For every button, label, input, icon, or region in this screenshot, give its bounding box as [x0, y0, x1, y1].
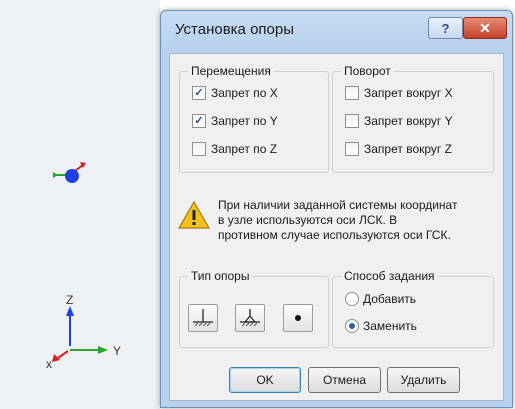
- delete-button[interactable]: Удалить: [387, 367, 460, 393]
- radio-circle[interactable]: [345, 292, 359, 306]
- rotation-group-title: Поворот: [341, 64, 394, 78]
- radio-replace[interactable]: Заменить: [345, 319, 417, 333]
- fixed-support-button[interactable]: [188, 304, 218, 332]
- checkbox-box[interactable]: [345, 114, 359, 128]
- warning-line: При наличии заданной системы координат: [218, 198, 458, 212]
- checkbox-restrict-rot-z[interactable]: Запрет вокруг Z: [345, 142, 452, 156]
- checkbox-label: Запрет вокруг Z: [364, 142, 452, 156]
- support-dialog: Установка опоры ? ✕ Перемещения ✓ Запрет…: [160, 10, 513, 408]
- checkbox-label: Запрет по X: [211, 86, 278, 100]
- movement-group: Перемещения ✓ Запрет по X ✓ Запрет по Y …: [179, 64, 329, 173]
- pinned-support-button[interactable]: [235, 304, 265, 332]
- checkbox-box[interactable]: ✓: [192, 86, 206, 100]
- dialog-title: Установка опоры: [175, 21, 294, 38]
- checkbox-restrict-y[interactable]: ✓ Запрет по Y: [192, 114, 278, 128]
- cancel-button[interactable]: Отмена: [308, 367, 381, 393]
- radio-selected-dot: [349, 323, 355, 329]
- checkbox-label: Запрет вокруг X: [364, 86, 453, 100]
- radio-circle[interactable]: [345, 319, 359, 333]
- title-bar[interactable]: Установка опоры ? ✕: [161, 11, 512, 53]
- warning-message: При наличии заданной системы координат в…: [218, 198, 498, 243]
- dialog-client-area: Перемещения ✓ Запрет по X ✓ Запрет по Y …: [169, 53, 504, 401]
- help-button[interactable]: ?: [428, 17, 463, 39]
- checkbox-label: Запрет вокруг Y: [364, 114, 453, 128]
- warning-icon: [178, 200, 210, 229]
- radio-add[interactable]: Добавить: [345, 292, 416, 306]
- checkbox-restrict-rot-x[interactable]: Запрет вокруг X: [345, 86, 453, 100]
- movement-group-title: Перемещения: [188, 64, 274, 78]
- support-type-group: Тип опоры: [179, 269, 329, 348]
- radio-label: Добавить: [363, 292, 417, 306]
- checkbox-restrict-x[interactable]: ✓ Запрет по X: [192, 86, 278, 100]
- close-icon: ✕: [479, 19, 491, 36]
- ok-button[interactable]: OK: [229, 367, 301, 393]
- checkbox-restrict-rot-y[interactable]: Запрет вокруг Y: [345, 114, 453, 128]
- axis-z-label: Z: [66, 293, 73, 307]
- pinned-support-icon: [240, 309, 260, 327]
- axis-y-label: Y: [113, 344, 121, 358]
- checkbox-box[interactable]: [345, 86, 359, 100]
- checkbox-box[interactable]: [345, 142, 359, 156]
- model-viewport[interactable]: Z Y x: [0, 0, 160, 409]
- checkbox-label: Запрет по Y: [211, 114, 278, 128]
- fixed-support-icon: [193, 309, 213, 327]
- method-group: Способ задания Добавить Заменить: [332, 269, 494, 348]
- checkbox-box[interactable]: ✓: [192, 114, 206, 128]
- checkbox-restrict-z[interactable]: Запрет по Z: [192, 142, 277, 156]
- radio-label: Заменить: [363, 319, 417, 333]
- close-button[interactable]: ✕: [463, 17, 507, 39]
- warning-line: в узле используются оси ЛСК. В: [218, 213, 398, 227]
- support-type-group-title: Тип опоры: [188, 269, 253, 283]
- check-mark-icon: ✓: [194, 87, 204, 99]
- point-support-icon: [295, 315, 301, 321]
- method-group-title: Способ задания: [341, 269, 438, 283]
- warning-line: противном случае используются оси ГСК.: [218, 228, 451, 242]
- check-mark-icon: ✓: [194, 115, 204, 127]
- checkbox-label: Запрет по Z: [211, 142, 278, 156]
- checkbox-box[interactable]: [192, 142, 206, 156]
- question-icon: ?: [441, 20, 450, 36]
- support-node-icon: [53, 162, 86, 183]
- axis-triad: Z Y x: [46, 293, 121, 371]
- point-support-button[interactable]: [283, 304, 313, 332]
- axis-x-label: x: [46, 357, 52, 371]
- rotation-group: Поворот Запрет вокруг X Запрет вокруг Y …: [332, 64, 494, 173]
